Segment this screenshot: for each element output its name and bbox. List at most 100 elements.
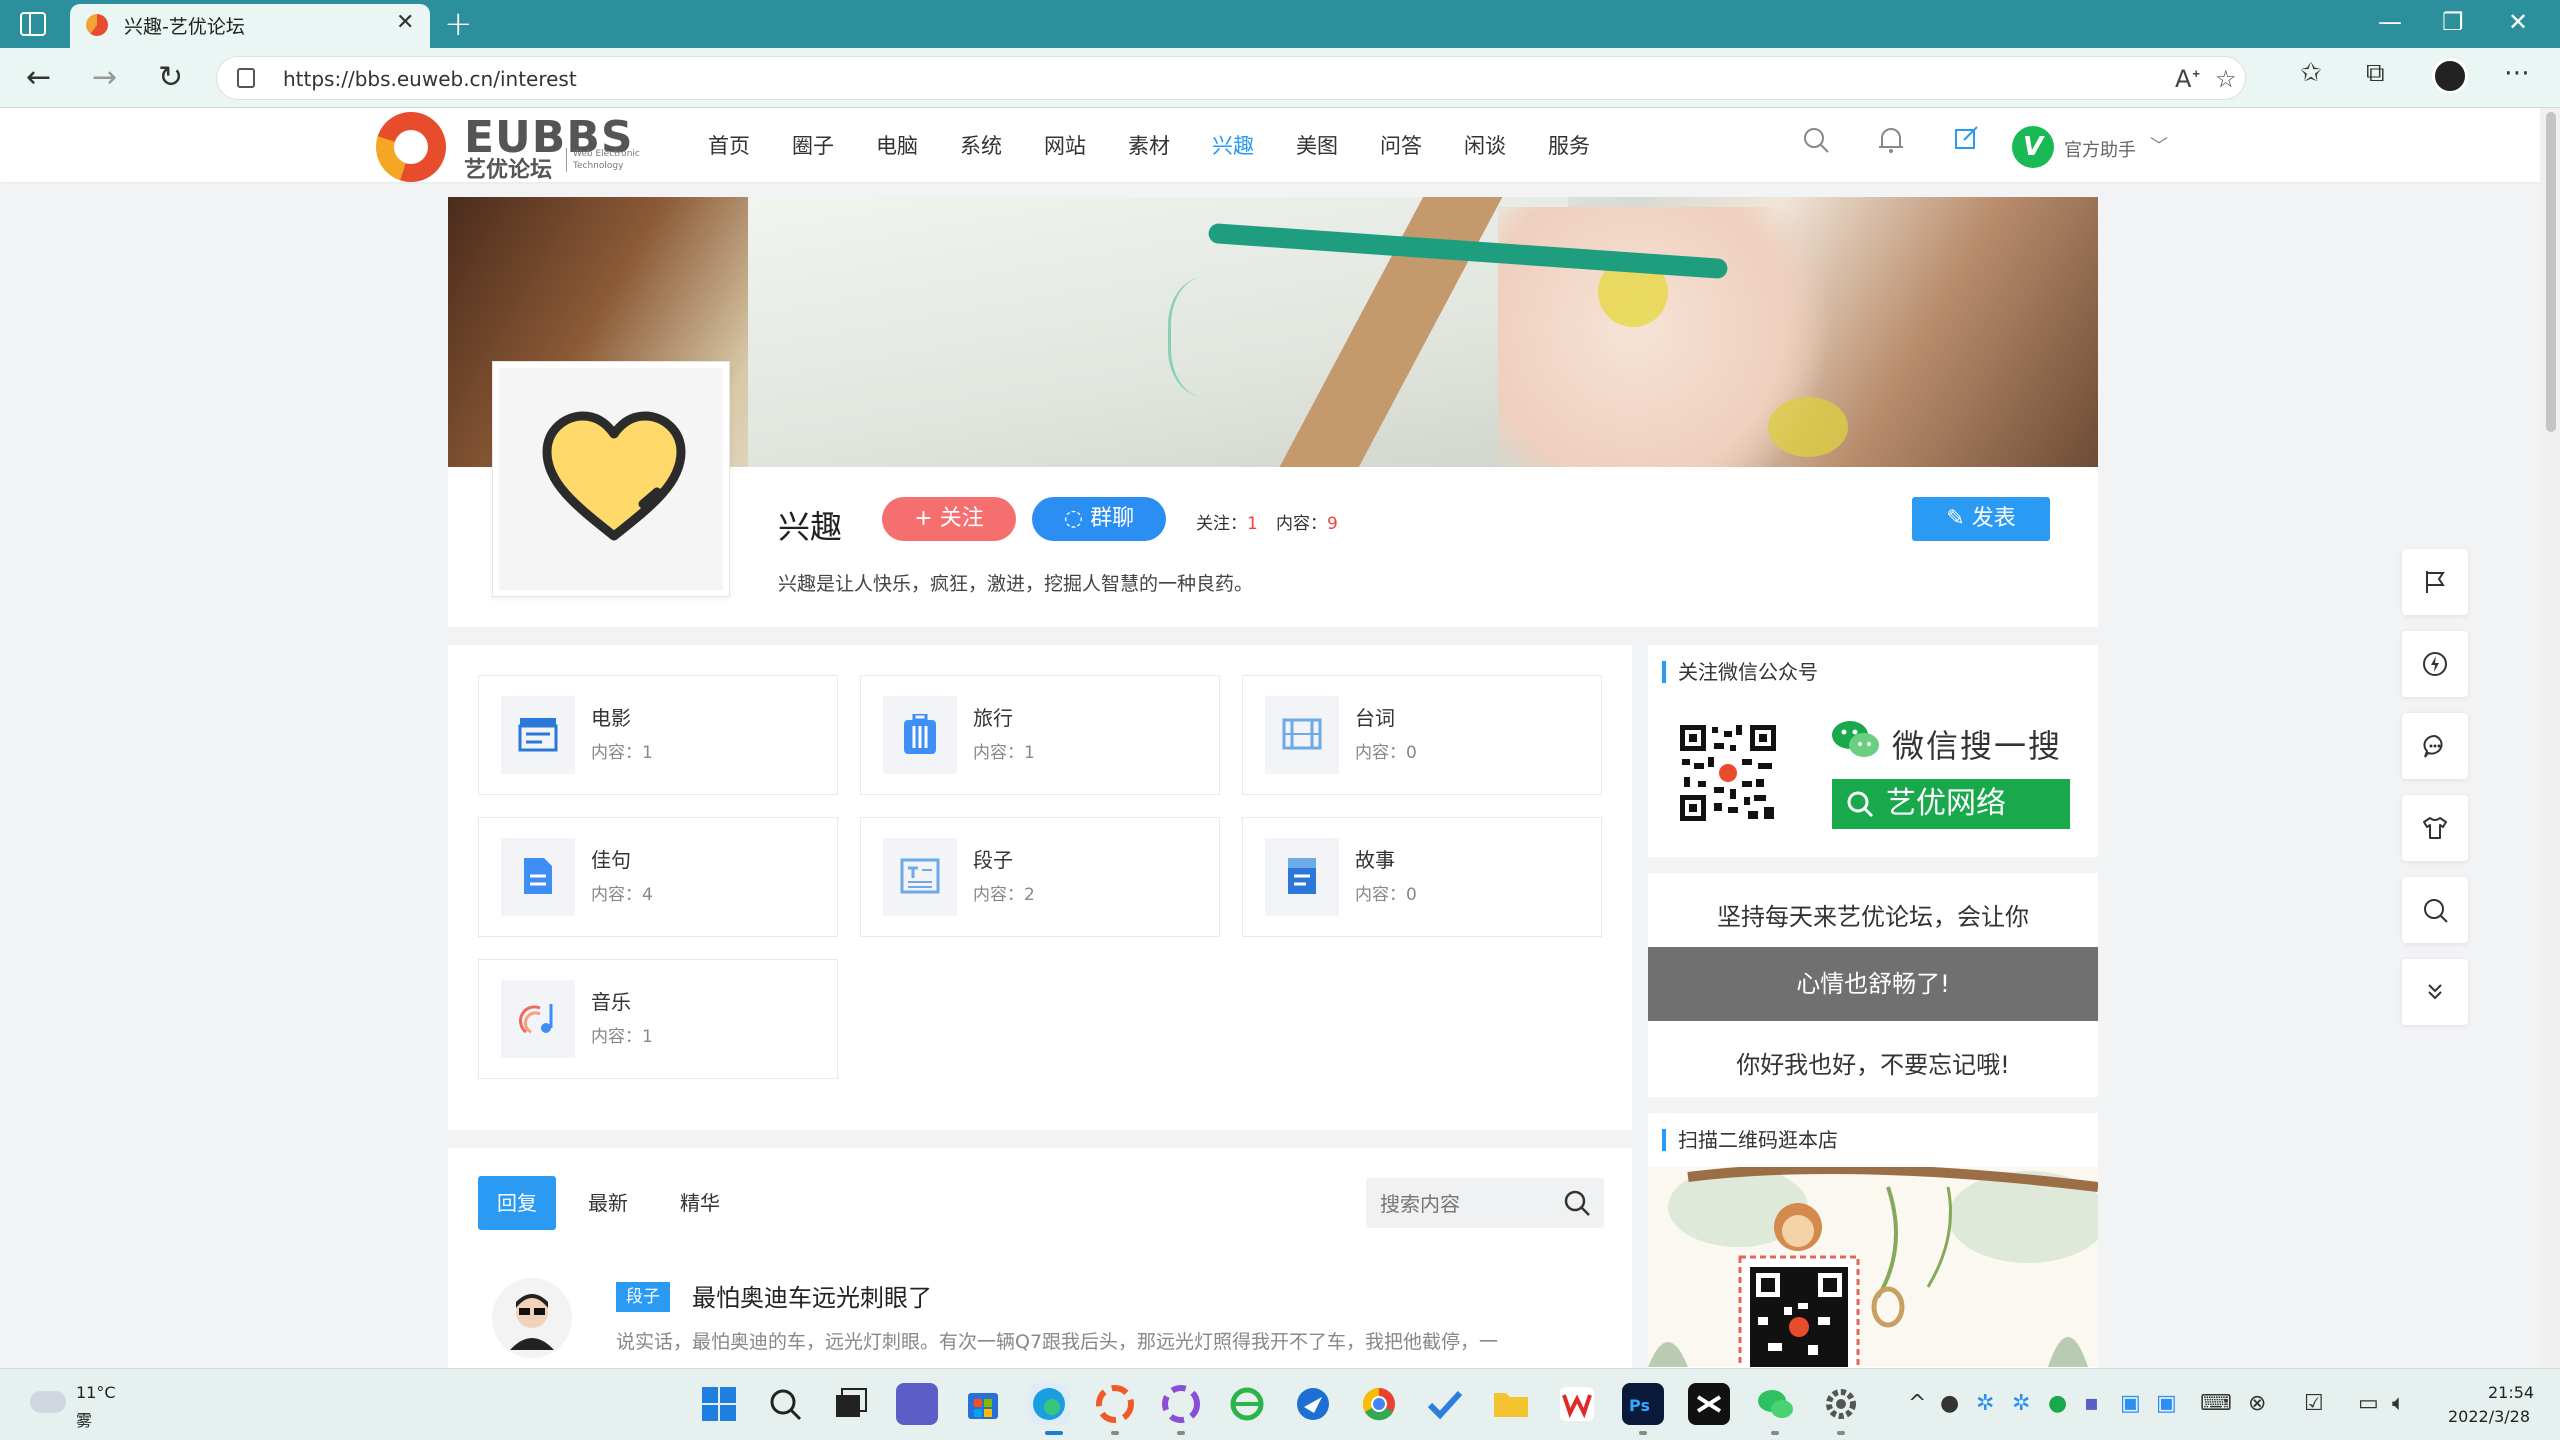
chevron-up-icon[interactable]: ^: [1908, 1391, 1926, 1416]
logo-icon[interactable]: [376, 112, 446, 182]
bell-icon[interactable]: [1878, 126, 1904, 161]
pen-input-icon[interactable]: ☑: [2304, 1391, 2324, 1416]
maximize-icon[interactable]: ❐: [2442, 8, 2464, 36]
favorites-icon[interactable]: ✩: [2300, 58, 2322, 88]
edit-icon[interactable]: [1954, 126, 1980, 159]
topic-card[interactable]: 电影 内容：1: [478, 675, 838, 795]
photos-icon[interactable]: [1094, 1383, 1136, 1425]
close-tab-icon[interactable]: ✕: [396, 10, 414, 35]
color-app-icon[interactable]: [1160, 1383, 1202, 1425]
tray-app-icon[interactable]: ▣: [2156, 1391, 2177, 1416]
settings-icon[interactable]: [1820, 1383, 1862, 1425]
forward-icon[interactable]: →: [92, 60, 117, 95]
scroll-down-button[interactable]: [2402, 959, 2468, 1025]
tab-featured[interactable]: 精华: [680, 1176, 720, 1230]
edge-browser-icon[interactable]: [1028, 1383, 1070, 1425]
more-menu-icon[interactable]: ⋯: [2504, 58, 2530, 88]
publish-button[interactable]: ✎ 发表: [1912, 497, 2050, 541]
topic-card[interactable]: 故事 内容：0: [1242, 817, 1602, 937]
nav-item-service[interactable]: 服务: [1548, 130, 1632, 160]
post-title[interactable]: 最怕奥迪车远光刺眼了: [692, 1278, 932, 1313]
user-name[interactable]: 官方助手: [2064, 136, 2136, 162]
back-icon[interactable]: ←: [26, 60, 51, 95]
tab-actions-icon[interactable]: [20, 12, 46, 36]
wps-icon[interactable]: [1556, 1383, 1598, 1425]
nav-item-gallery[interactable]: 美图: [1296, 130, 1380, 160]
favorite-add-icon[interactable]: ☆: [2215, 65, 2237, 93]
topic-card[interactable]: 音乐 内容：1: [478, 959, 838, 1079]
browser-profile-avatar[interactable]: [2432, 58, 2468, 94]
lightning-button[interactable]: [2402, 631, 2468, 697]
network-icon[interactable]: ▭: [2358, 1391, 2379, 1416]
weather-description[interactable]: 雾: [76, 1407, 92, 1431]
post-search-input[interactable]: [1380, 1192, 1540, 1216]
topic-count: 内容：2: [973, 885, 1035, 905]
photoshop-icon[interactable]: Ps: [1622, 1383, 1664, 1425]
tray-app-icon[interactable]: ✲: [1976, 1391, 1994, 1416]
nav-item-interest[interactable]: 兴趣: [1212, 130, 1296, 160]
close-window-icon[interactable]: ✕: [2508, 8, 2528, 36]
flag-button[interactable]: [2402, 549, 2468, 615]
refresh-icon[interactable]: ↻: [158, 60, 183, 95]
clock-date[interactable]: 2022/3/28: [2448, 1407, 2530, 1426]
topic-card[interactable]: 台词 内容：0: [1242, 675, 1602, 795]
weather-fog-icon[interactable]: [30, 1391, 66, 1413]
ie-browser-icon[interactable]: [1226, 1383, 1268, 1425]
search-float-button[interactable]: [2402, 877, 2468, 943]
new-tab-icon[interactable]: +: [444, 4, 473, 44]
todo-icon[interactable]: [1424, 1383, 1466, 1425]
tray-app-icon[interactable]: ▣: [2120, 1391, 2141, 1416]
start-icon[interactable]: [698, 1383, 740, 1425]
topic-card[interactable]: 段子 内容：2: [860, 817, 1220, 937]
wechat-icon[interactable]: [1754, 1383, 1796, 1425]
tab-reply[interactable]: 回复: [478, 1176, 556, 1230]
topic-card[interactable]: 旅行 内容：1: [860, 675, 1220, 795]
nav-item-qa[interactable]: 问答: [1380, 130, 1464, 160]
chat-app-icon[interactable]: [896, 1383, 938, 1425]
mail-bird-icon[interactable]: [1292, 1383, 1334, 1425]
post-author-avatar[interactable]: [492, 1278, 572, 1358]
read-aloud-icon[interactable]: Aᐩ: [2175, 65, 2201, 93]
comment-button[interactable]: [2402, 713, 2468, 779]
nav-item-home[interactable]: 首页: [708, 130, 792, 160]
user-avatar[interactable]: V: [2012, 126, 2054, 168]
heart-icon: [542, 411, 686, 541]
follow-button[interactable]: + 关注: [882, 497, 1016, 541]
nav-item-website[interactable]: 网站: [1044, 130, 1128, 160]
shirt-button[interactable]: [2402, 795, 2468, 861]
tab-latest[interactable]: 最新: [588, 1176, 628, 1230]
search-icon[interactable]: [1562, 1188, 1592, 1218]
capcut-icon[interactable]: [1688, 1383, 1730, 1425]
wechat-search-button[interactable]: 艺优网络: [1832, 779, 2070, 829]
teams-tray-icon[interactable]: ▪: [2084, 1391, 2099, 1416]
nav-item-system[interactable]: 系统: [960, 130, 1044, 160]
volume-icon[interactable]: 🔈︎: [2392, 1391, 2405, 1416]
nav-item-chat[interactable]: 闲谈: [1464, 130, 1548, 160]
keyboard-icon[interactable]: ⌨: [2200, 1391, 2232, 1416]
store-icon[interactable]: [962, 1383, 1004, 1425]
collections-icon[interactable]: ⧉: [2366, 58, 2385, 89]
tray-app-icon[interactable]: ✲: [2012, 1391, 2030, 1416]
scrollbar-thumb[interactable]: [2546, 112, 2556, 432]
minimize-icon[interactable]: —: [2378, 8, 2402, 36]
weather-temperature[interactable]: 11°C: [76, 1383, 116, 1402]
search-icon[interactable]: [764, 1383, 806, 1425]
nav-item-computer[interactable]: 电脑: [876, 130, 960, 160]
chrome-icon[interactable]: [1358, 1383, 1400, 1425]
clock-time[interactable]: 21:54: [2488, 1383, 2534, 1402]
topic-card[interactable]: 佳句 内容：4: [478, 817, 838, 937]
wechat-tray-icon[interactable]: ●: [2048, 1391, 2067, 1416]
topic-count: 内容：4: [591, 885, 653, 905]
nav-item-circle[interactable]: 圈子: [792, 130, 876, 160]
nav-item-material[interactable]: 素材: [1128, 130, 1212, 160]
qq-icon[interactable]: ●: [1940, 1391, 1959, 1416]
search-icon[interactable]: [1802, 126, 1830, 161]
close-circle-icon[interactable]: ⊗: [2248, 1391, 2266, 1416]
group-chat-button[interactable]: ◌ 群聊: [1032, 497, 1166, 541]
task-view-icon[interactable]: [830, 1383, 872, 1425]
flag-icon: [2426, 571, 2445, 593]
chevron-down-icon[interactable]: ﹀: [2150, 132, 2168, 158]
url-field[interactable]: https://bbs.euweb.cn/interest Aᐩ ☆: [216, 56, 2246, 100]
post-tag[interactable]: 段子: [616, 1282, 670, 1312]
file-explorer-icon[interactable]: [1490, 1383, 1532, 1425]
